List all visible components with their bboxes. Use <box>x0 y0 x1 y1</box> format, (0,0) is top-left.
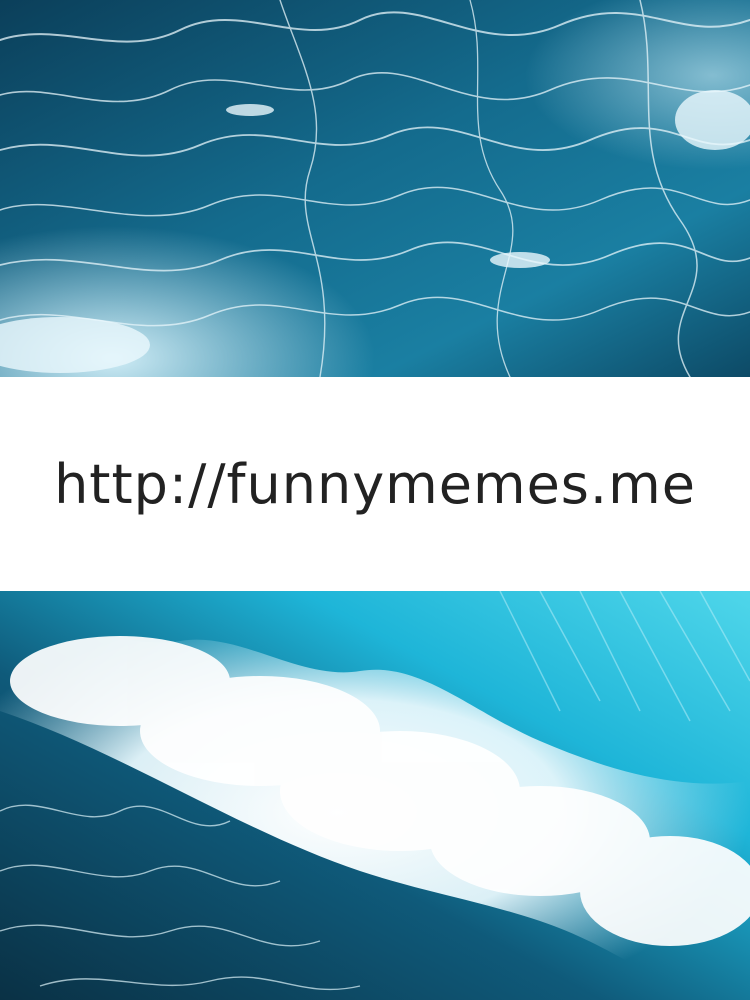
website-url-caption: http://funnymemes.me <box>54 452 696 516</box>
ocean-surface-photo <box>0 0 750 377</box>
crashing-wave-photo <box>0 591 750 1000</box>
caption-band: http://funnymemes.me <box>0 377 750 591</box>
meme-page: http://funnymemes.me <box>0 0 750 1000</box>
